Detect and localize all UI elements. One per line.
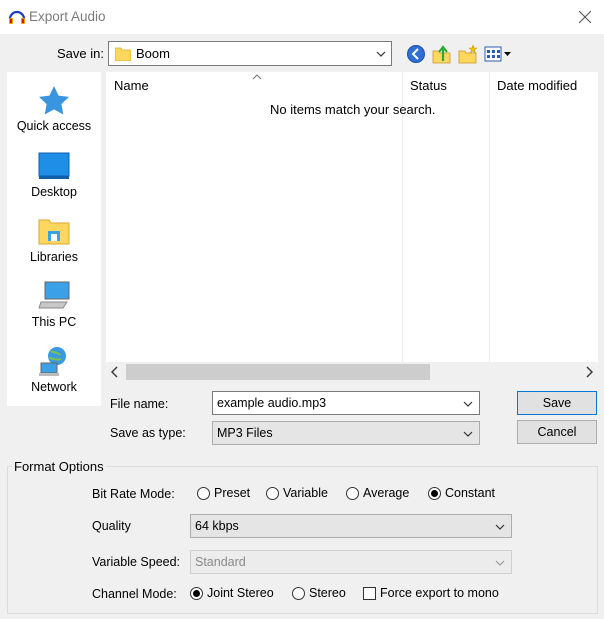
save-in-dropdown[interactable]: Boom bbox=[108, 41, 392, 66]
radio-selected-icon bbox=[190, 586, 203, 600]
save-as-type-dropdown[interactable]: MP3 Files bbox=[212, 421, 480, 445]
column-header-status[interactable]: Status bbox=[410, 78, 447, 93]
close-button[interactable] bbox=[572, 6, 598, 28]
place-desktop[interactable]: Desktop bbox=[7, 150, 101, 199]
scrollbar-thumb[interactable] bbox=[126, 364, 430, 380]
bit-rate-average-radio[interactable]: Average bbox=[346, 486, 409, 500]
sort-ascending-icon bbox=[252, 70, 262, 84]
file-name-value: example audio.mp3 bbox=[217, 396, 327, 410]
view-grid-icon bbox=[484, 46, 511, 62]
close-icon bbox=[579, 11, 591, 23]
quality-label: Quality bbox=[92, 519, 131, 533]
bit-rate-preset-radio[interactable]: Preset bbox=[197, 486, 250, 500]
radio-label: Constant bbox=[445, 486, 496, 500]
column-divider[interactable] bbox=[489, 72, 490, 362]
save-as-type-value: MP3 Files bbox=[217, 426, 273, 440]
folder-up-icon bbox=[432, 45, 451, 64]
up-one-level-button[interactable] bbox=[431, 43, 453, 65]
places-bar: Quick access Desktop Libraries This PC N… bbox=[7, 72, 101, 406]
radio-icon bbox=[197, 486, 210, 500]
desktop-icon bbox=[38, 152, 70, 179]
radio-label: Preset bbox=[214, 486, 251, 500]
variable-speed-value: Standard bbox=[195, 555, 246, 569]
place-label: Quick access bbox=[16, 119, 92, 133]
channel-mode-label: Channel Mode: bbox=[92, 587, 177, 601]
save-in-value: Boom bbox=[136, 46, 170, 61]
place-label: Network bbox=[31, 380, 77, 394]
chevron-down-icon[interactable] bbox=[462, 398, 474, 413]
chevron-down-icon bbox=[494, 521, 506, 536]
place-label: Libraries bbox=[30, 250, 78, 264]
radio-label: Variable bbox=[283, 486, 328, 500]
new-folder-button[interactable] bbox=[457, 43, 479, 65]
chevron-down-icon bbox=[462, 428, 474, 443]
place-this-pc[interactable]: This PC bbox=[7, 280, 101, 329]
variable-speed-dropdown[interactable]: Standard bbox=[190, 550, 512, 574]
cancel-button[interactable]: Cancel bbox=[517, 420, 597, 444]
radio-icon bbox=[266, 486, 279, 500]
bit-rate-constant-radio[interactable]: Constant bbox=[428, 486, 495, 500]
format-options-title: Format Options bbox=[12, 459, 106, 474]
quality-dropdown[interactable]: 64 kbps bbox=[190, 514, 512, 538]
empty-message: No items match your search. bbox=[270, 102, 436, 117]
radio-label: Stereo bbox=[309, 586, 346, 600]
variable-speed-label: Variable Speed: bbox=[92, 555, 181, 569]
channel-stereo-radio[interactable]: Stereo bbox=[292, 586, 346, 600]
view-menu-button[interactable] bbox=[483, 43, 513, 65]
file-name-input[interactable]: example audio.mp3 bbox=[212, 391, 480, 415]
star-icon bbox=[39, 86, 69, 115]
checkbox-label: Force export to mono bbox=[380, 586, 499, 600]
back-arrow-icon bbox=[407, 45, 425, 63]
place-libraries[interactable]: Libraries bbox=[7, 215, 101, 264]
file-list[interactable]: Name Status Date modified No items match… bbox=[106, 72, 598, 382]
back-button[interactable] bbox=[405, 43, 427, 65]
bit-rate-variable-radio[interactable]: Variable bbox=[266, 486, 328, 500]
libraries-icon bbox=[38, 219, 70, 245]
column-header-date-modified[interactable]: Date modified bbox=[497, 78, 577, 93]
horizontal-scrollbar[interactable] bbox=[106, 362, 598, 382]
save-button[interactable]: Save bbox=[517, 391, 597, 415]
place-quick-access[interactable]: Quick access bbox=[7, 84, 101, 133]
radio-label: Average bbox=[363, 486, 410, 500]
place-network[interactable]: Network bbox=[7, 345, 101, 394]
radio-selected-icon bbox=[428, 486, 441, 500]
force-mono-checkbox[interactable]: Force export to mono bbox=[363, 586, 499, 600]
window-title: Export Audio bbox=[29, 9, 106, 24]
column-header-name[interactable]: Name bbox=[114, 78, 149, 93]
radio-label: Joint Stereo bbox=[207, 586, 274, 600]
radio-icon bbox=[346, 486, 359, 500]
place-label: Desktop bbox=[31, 185, 77, 199]
new-folder-icon bbox=[458, 44, 478, 64]
folder-icon bbox=[114, 46, 132, 62]
checkbox-icon bbox=[363, 586, 376, 600]
channel-joint-stereo-radio[interactable]: Joint Stereo bbox=[190, 586, 274, 600]
audacity-headphones-icon bbox=[8, 8, 26, 26]
chevron-down-icon bbox=[375, 48, 387, 60]
save-as-type-label: Save as type: bbox=[110, 426, 186, 440]
save-in-label: Save in: bbox=[57, 46, 104, 61]
quality-value: 64 kbps bbox=[195, 519, 239, 533]
place-label: This PC bbox=[31, 315, 77, 329]
scroll-left-icon[interactable] bbox=[110, 366, 120, 381]
computer-icon bbox=[38, 281, 70, 309]
file-name-label: File name: bbox=[110, 397, 169, 411]
chevron-down-icon bbox=[494, 557, 506, 572]
radio-icon bbox=[292, 586, 305, 600]
bit-rate-mode-label: Bit Rate Mode: bbox=[92, 487, 175, 501]
scroll-right-icon[interactable] bbox=[584, 366, 594, 381]
network-icon bbox=[39, 347, 66, 376]
